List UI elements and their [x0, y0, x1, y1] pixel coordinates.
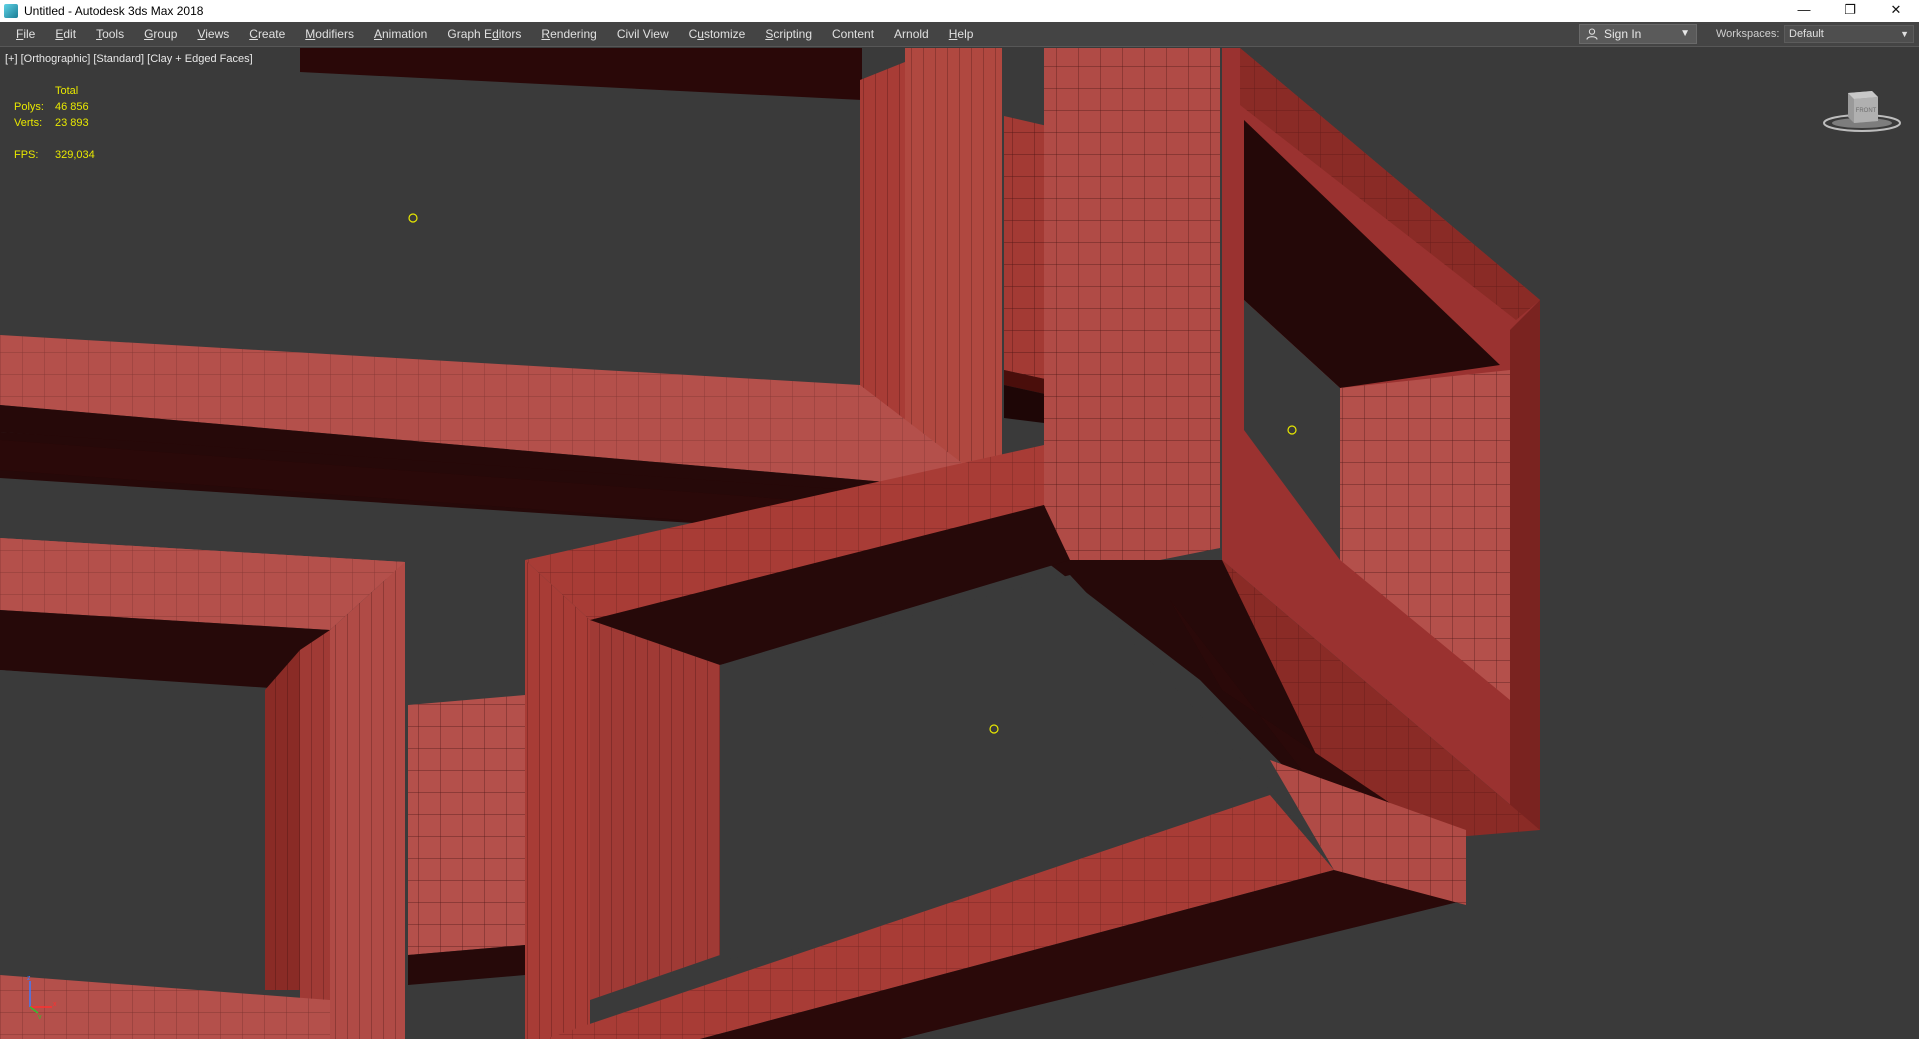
workspaces-label: Workspaces: — [1716, 28, 1780, 40]
close-button[interactable]: ✕ — [1873, 0, 1919, 22]
menu-item-mnemonic: A — [373, 27, 382, 41]
viewcube-face-label: FRONT — [1856, 108, 1877, 114]
sign-in-label: Sign In — [1604, 27, 1642, 41]
menu-item-mnemonic: R — [541, 27, 551, 41]
menu-item[interactable]: Create — [239, 22, 295, 46]
menu-item[interactable]: Graph Editors — [437, 22, 531, 46]
menu-item-text: ools — [102, 27, 125, 41]
app-icon — [4, 4, 18, 18]
axis-z-label: z — [27, 975, 31, 982]
menu-item-text: stomize — [703, 27, 746, 41]
menu-item[interactable]: Customize — [679, 22, 756, 46]
window-title: Untitled - Autodesk 3ds Max 2018 — [24, 4, 204, 18]
axis-y-label: y — [38, 1014, 42, 1019]
menu-item[interactable]: Help — [939, 22, 984, 46]
menu-item-text: ile — [23, 27, 36, 41]
polys-label: Polys: — [14, 101, 44, 113]
menu-item[interactable]: Rendering — [531, 22, 606, 46]
main-menu: File Edit Tools Group Views Create Modifiers An… — [6, 22, 983, 46]
menu-item-text: Arnold — [894, 27, 929, 41]
menu-item[interactable]: Civil View — [607, 22, 679, 46]
menu-item-text: nimation — [382, 27, 428, 41]
menu-item[interactable]: Tools — [86, 22, 134, 46]
menu-item-text: itors — [498, 27, 522, 41]
menu-item-mnemonic: M — [305, 27, 316, 41]
menu-item[interactable]: Edit — [45, 22, 86, 46]
viewcube-icon[interactable]: FRONT — [1822, 79, 1904, 139]
menu-item-text: Content — [832, 27, 875, 41]
menu-item[interactable]: File — [6, 22, 45, 46]
sign-in-button[interactable]: Sign In ▼ — [1579, 24, 1697, 44]
viewport-label[interactable]: [+] [Orthographic] [Standard] [Clay + Ed… — [5, 53, 253, 65]
verts-label: Verts: — [14, 117, 43, 129]
menu-item-text: endering — [550, 27, 597, 41]
user-icon — [1586, 28, 1598, 40]
menu-item-text: odifiers — [315, 27, 354, 41]
menu-item-text: dit — [63, 27, 77, 41]
stats-header: Total — [55, 85, 79, 97]
menu-item-mnemonic: d — [492, 27, 499, 41]
chevron-down-icon: ▼ — [1900, 29, 1909, 39]
menu-item-text: Graph E — [447, 27, 493, 41]
menu-bar: File Edit Tools Group Views Create Modifiers An… — [0, 22, 1919, 47]
workspaces-value: Default — [1789, 28, 1824, 40]
menu-item-text: cripting — [773, 27, 813, 41]
menu-item[interactable]: Modifiers — [295, 22, 364, 46]
verts-value: 23 893 — [55, 117, 89, 129]
menu-item-text: iews — [205, 27, 230, 41]
menu-item-text: reate — [257, 27, 286, 41]
polys-value: 46 856 — [55, 101, 89, 113]
menu-item-text: Civil View — [616, 27, 669, 41]
workspaces-dropdown[interactable]: Default ▼ — [1784, 25, 1914, 43]
chevron-down-icon: ▼ — [1680, 28, 1690, 39]
menu-item[interactable]: Animation — [364, 22, 437, 46]
fps-value: 329,034 — [55, 149, 95, 161]
title-bar: Untitled - Autodesk 3ds Max 2018 — ❐ ✕ — [0, 0, 1919, 22]
axis-tripod-icon: x y z — [27, 975, 57, 1019]
menu-item[interactable]: Views — [187, 22, 239, 46]
menu-item[interactable]: Group — [134, 22, 187, 46]
restore-button[interactable]: ❐ — [1827, 0, 1873, 22]
menu-item[interactable]: Content — [822, 22, 884, 46]
perspective-viewport[interactable]: [+] [Orthographic] [Standard] [Clay + Ed… — [0, 47, 1919, 1039]
fps-label: FPS: — [14, 149, 39, 161]
menu-item-mnemonic: C — [249, 27, 258, 41]
menu-item-text: elp — [957, 27, 974, 41]
menu-item[interactable]: Arnold — [884, 22, 939, 46]
axis-x-label: x — [53, 1001, 57, 1008]
menu-item-text: C — [688, 27, 698, 41]
menu-item-mnemonic: u — [697, 27, 704, 41]
scene-mesh[interactable] — [0, 47, 1919, 1039]
menu-item[interactable]: Scripting — [755, 22, 822, 46]
menu-item-text: roup — [153, 27, 178, 41]
minimize-button[interactable]: — — [1781, 0, 1827, 22]
